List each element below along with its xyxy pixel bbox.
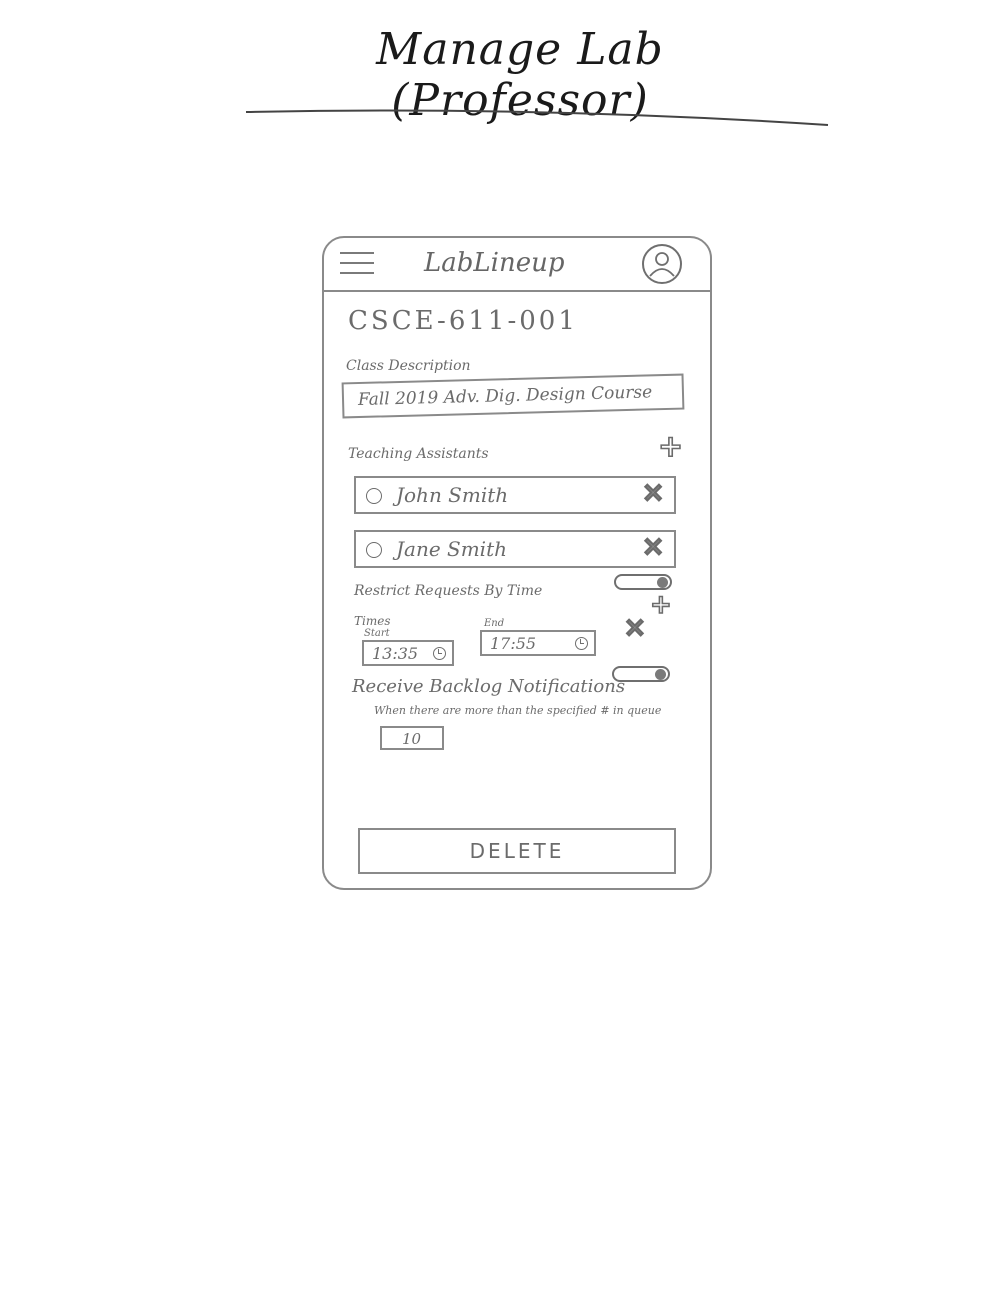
remove-ta-x-icon[interactable]: ✕ [641, 534, 664, 562]
end-time-value: 17:55 [490, 634, 537, 653]
title-underline [245, 109, 829, 126]
start-time-field[interactable]: 13:35 [362, 640, 454, 666]
app-bar: LabLineup [324, 238, 710, 292]
toggle-knob [655, 669, 666, 680]
clock-icon [433, 647, 446, 660]
backlog-threshold-description: When there are more than the specified #… [374, 704, 662, 717]
class-description-label: Class Description [346, 358, 471, 374]
remove-time-range-x-icon[interactable]: ✕ [623, 615, 646, 643]
add-teaching-assistant-plus-icon[interactable]: + [657, 431, 684, 463]
class-description-field[interactable]: Fall 2019 Adv. Dig. Design Course [341, 373, 685, 419]
ta-row-jane-smith[interactable]: Jane Smith ✕ [354, 530, 676, 568]
ta-name: John Smith [396, 483, 509, 507]
backlog-notifications-toggle[interactable] [612, 666, 670, 682]
class-description-value: Fall 2019 Adv. Dig. Design Course [357, 382, 653, 411]
phone-frame: LabLineup CSCE-611-001 Class Description… [322, 236, 712, 890]
clock-icon [575, 637, 588, 650]
end-time-field[interactable]: 17:55 [480, 630, 596, 656]
end-label: End [484, 618, 505, 629]
ta-name: Jane Smith [396, 537, 507, 561]
profile-icon[interactable] [642, 244, 682, 284]
start-time-value: 13:35 [372, 644, 419, 663]
backlog-notifications-label: Receive Backlog Notifications [352, 676, 626, 697]
add-time-range-plus-icon[interactable]: + [649, 591, 672, 619]
app-title: LabLineup [424, 248, 565, 278]
toggle-knob [657, 577, 668, 588]
backlog-threshold-field[interactable]: 10 [380, 726, 444, 750]
teaching-assistants-label: Teaching Assistants [348, 446, 489, 462]
backlog-threshold-value: 10 [402, 730, 422, 748]
start-label: Start [364, 628, 390, 639]
hamburger-menu-icon[interactable] [340, 252, 374, 282]
delete-button[interactable]: DELETE [358, 828, 676, 874]
remove-ta-x-icon[interactable]: ✕ [641, 480, 664, 508]
times-label: Times [354, 614, 391, 628]
restrict-requests-label: Restrict Requests By Time [354, 583, 543, 599]
course-code: CSCE-611-001 [348, 306, 578, 336]
user-avatar-icon [366, 542, 382, 558]
ta-row-john-smith[interactable]: John Smith ✕ [354, 476, 676, 514]
user-avatar-icon [366, 488, 382, 504]
restrict-requests-toggle[interactable] [614, 574, 672, 590]
